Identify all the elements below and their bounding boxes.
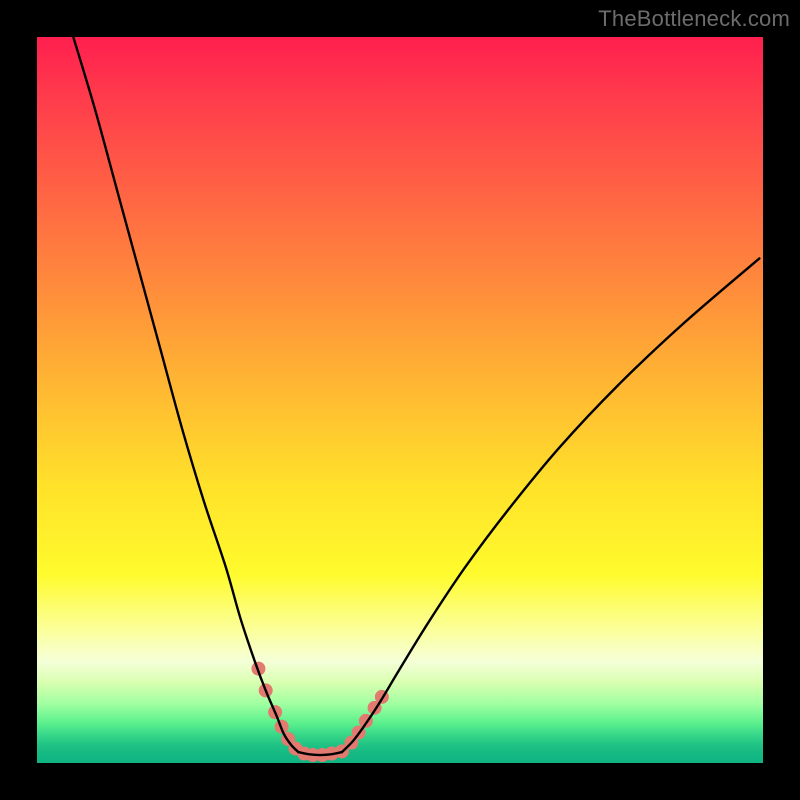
marker-point [368,701,382,715]
marker-point [251,662,265,676]
marker-point [259,683,273,697]
marker-point [352,726,366,740]
outer-frame: TheBottleneck.com [0,0,800,800]
watermark-text: TheBottleneck.com [598,6,790,32]
marker-point [335,744,349,758]
chart-svg [37,37,763,763]
plot-area [37,37,763,763]
marker-point [281,732,295,746]
marker-point [359,714,373,728]
marker-layer [251,662,388,762]
marker-point [315,748,329,762]
marker-point [275,720,289,734]
curve-layer [73,37,759,755]
marker-point [297,747,311,761]
marker-point [325,747,339,761]
marker-point [268,705,282,719]
marker-point [375,690,389,704]
series-valley-flat [298,752,342,755]
marker-point [306,748,320,762]
marker-point [344,736,358,750]
marker-point [288,741,302,755]
series-right-curve [342,258,759,752]
series-left-curve [73,37,298,752]
